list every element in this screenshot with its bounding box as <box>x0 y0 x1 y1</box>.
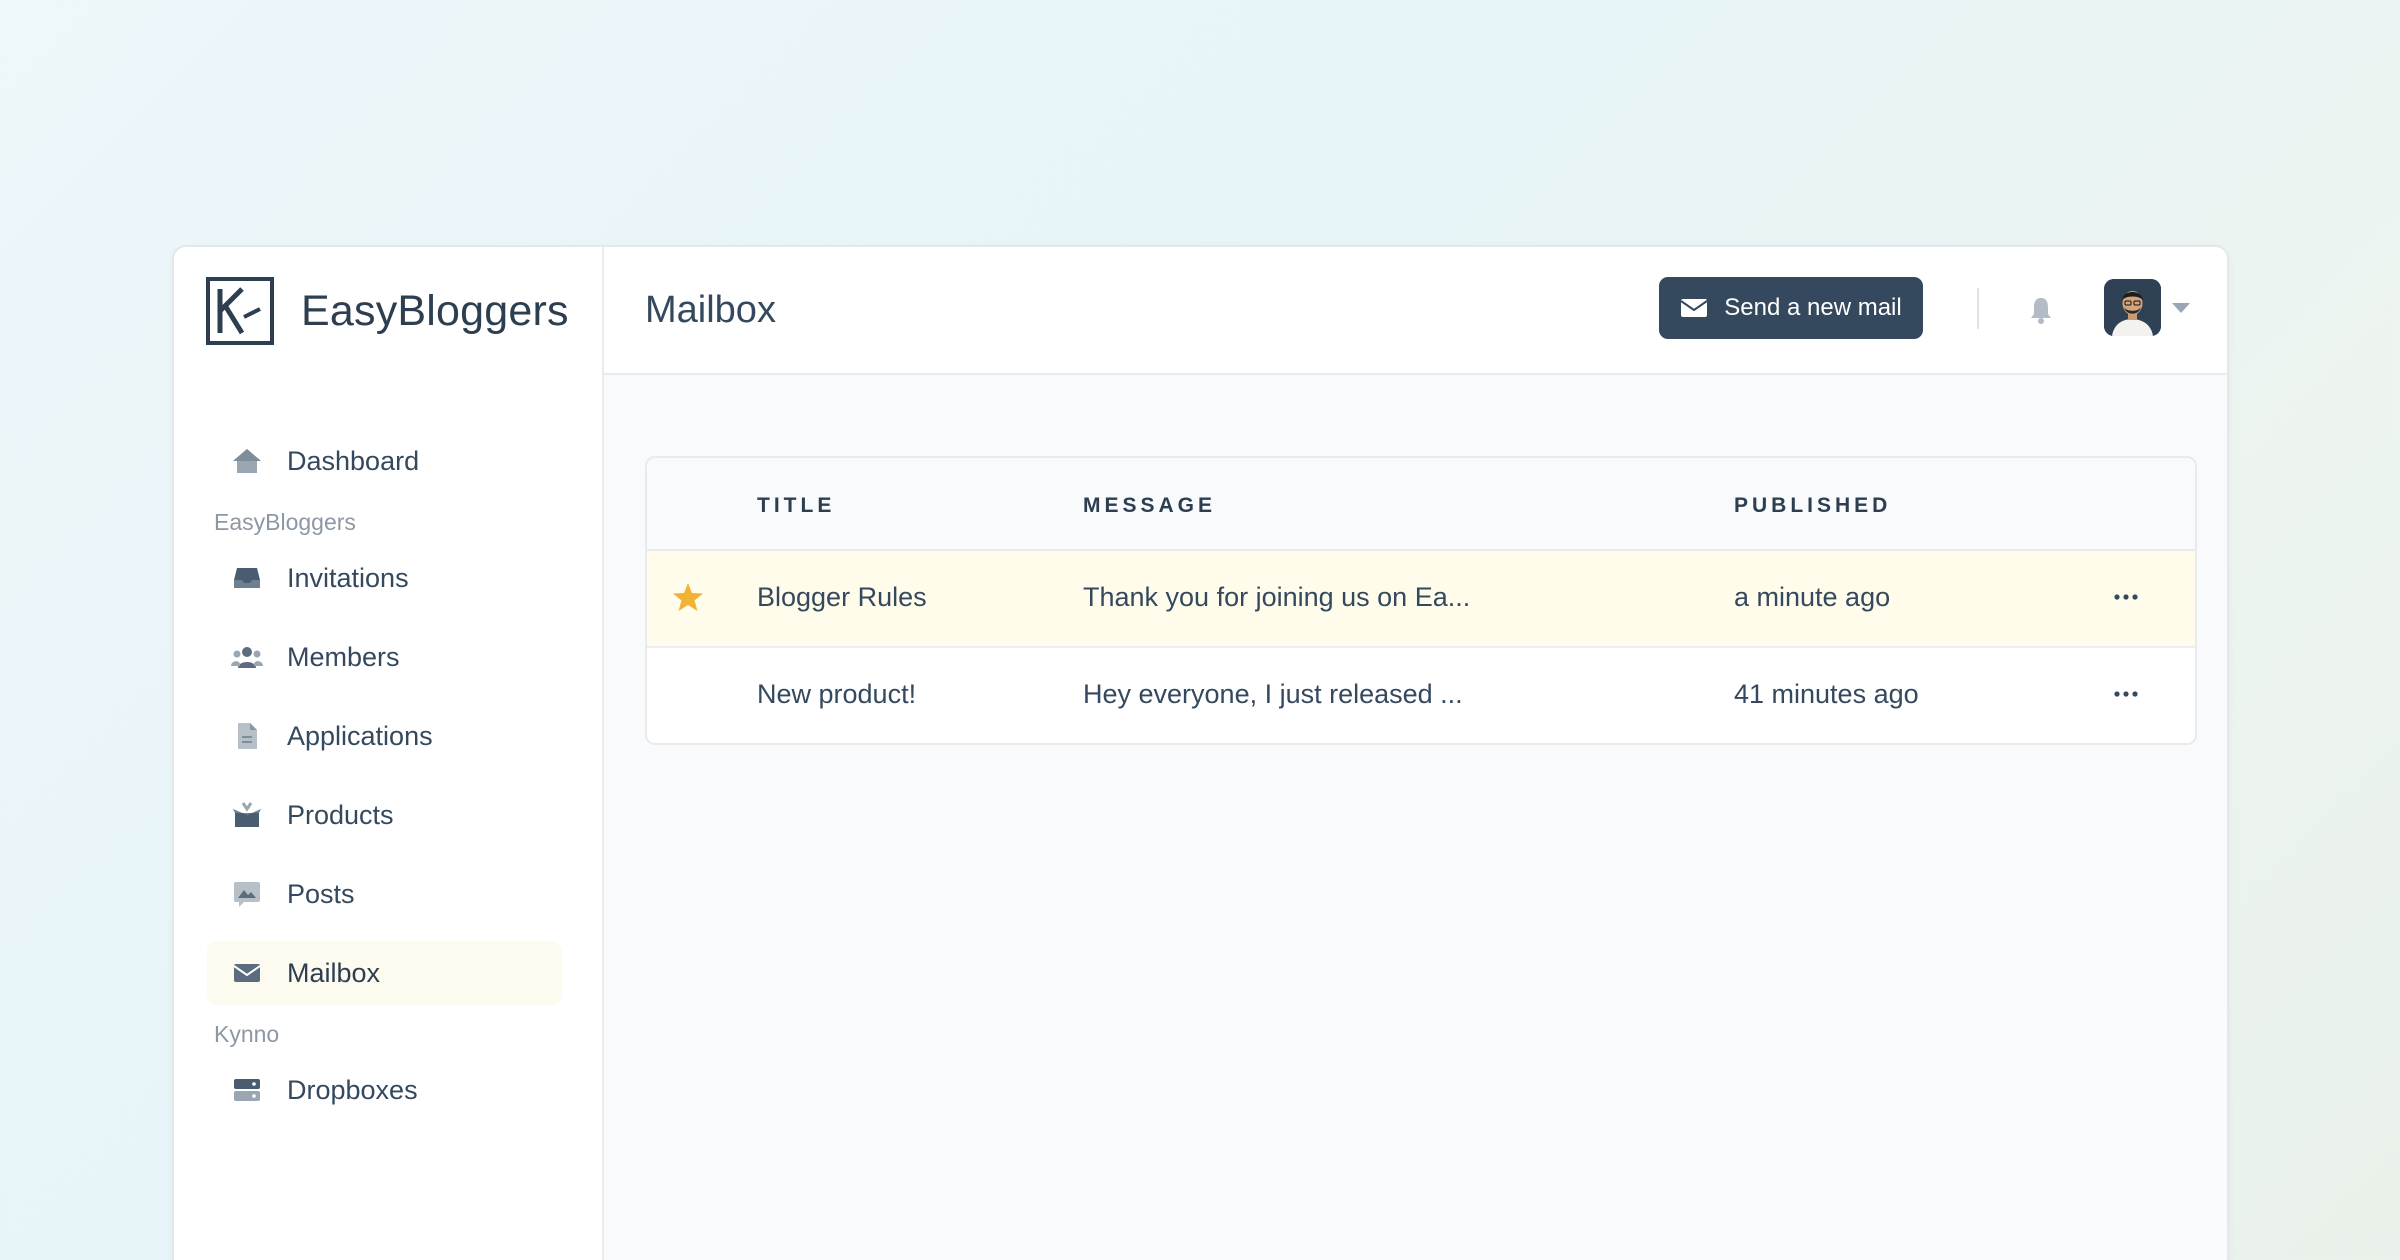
sidebar-item-label: Invitations <box>287 562 409 593</box>
send-button-label: Send a new mail <box>1724 294 1902 321</box>
sidebar-item-label: Dropboxes <box>287 1074 418 1105</box>
sidebar-item-mailbox[interactable]: Mailbox <box>207 941 562 1005</box>
document-icon <box>231 720 263 752</box>
app-window: EasyBloggers Dashboard EasyBloggers Invi… <box>172 245 2229 1260</box>
sidebar-item-label: Dashboard <box>287 445 420 476</box>
column-header-title[interactable]: TITLE <box>757 494 835 518</box>
brand-name: EasyBloggers <box>301 286 569 335</box>
row-title: New product! <box>757 679 917 709</box>
chevron-down-icon[interactable] <box>2172 303 2190 313</box>
brand[interactable]: EasyBloggers <box>174 247 602 375</box>
sidebar-item-label: Posts <box>287 878 355 909</box>
column-header-message[interactable]: MESSAGE <box>1083 494 1216 518</box>
box-icon <box>231 799 263 831</box>
sidebar-item-dropboxes[interactable]: Dropboxes <box>207 1058 562 1122</box>
topbar-divider <box>1977 288 1979 329</box>
table-header: TITLE MESSAGE PUBLISHED <box>647 458 2195 551</box>
bell-icon[interactable] <box>2026 295 2056 325</box>
sidebar: EasyBloggers Dashboard EasyBloggers Invi… <box>174 247 604 1260</box>
row-message: Thank you for joining us on Ea... <box>1083 582 1471 612</box>
topbar: Mailbox Send a new mail <box>604 247 2227 375</box>
sidebar-item-label: Mailbox <box>287 957 381 988</box>
image-chat-icon <box>231 878 263 910</box>
sidebar-item-dashboard[interactable]: Dashboard <box>207 429 562 493</box>
envelope-icon <box>231 957 263 989</box>
content: TITLE MESSAGE PUBLISHED Blogger Rules Th… <box>604 375 2227 1260</box>
send-new-mail-button[interactable]: Send a new mail <box>1659 277 1923 339</box>
brand-logo-icon <box>206 277 274 345</box>
row-published: a minute ago <box>1734 582 1891 612</box>
sidebar-item-invitations[interactable]: Invitations <box>207 546 562 610</box>
table-row[interactable]: New product! Hey everyone, I just releas… <box>647 648 2195 743</box>
row-message: Hey everyone, I just released ... <box>1083 679 1463 709</box>
nav-section-title: Kynno <box>214 1021 280 1047</box>
users-icon <box>231 641 263 673</box>
home-icon <box>231 445 263 477</box>
sidebar-item-label: Applications <box>287 720 433 751</box>
avatar[interactable] <box>2104 279 2161 336</box>
inbox-icon <box>231 562 263 594</box>
row-title: Blogger Rules <box>757 582 927 612</box>
mail-table: TITLE MESSAGE PUBLISHED Blogger Rules Th… <box>645 456 2197 745</box>
server-icon <box>231 1074 263 1106</box>
star-icon[interactable] <box>672 581 704 613</box>
column-header-published[interactable]: PUBLISHED <box>1734 494 1891 518</box>
sidebar-nav: Dashboard EasyBloggers Invitations Membe… <box>174 375 602 1122</box>
sidebar-item-label: Products <box>287 799 394 830</box>
sidebar-item-applications[interactable]: Applications <box>207 704 562 768</box>
sidebar-item-posts[interactable]: Posts <box>207 862 562 926</box>
more-options-icon[interactable] <box>2111 582 2141 612</box>
row-published: 41 minutes ago <box>1734 679 1919 709</box>
page-title: Mailbox <box>645 288 776 331</box>
sidebar-item-products[interactable]: Products <box>207 783 562 847</box>
envelope-icon <box>1680 297 1708 319</box>
more-options-icon[interactable] <box>2111 679 2141 709</box>
nav-section-title: EasyBloggers <box>214 509 356 535</box>
main-area: Mailbox Send a new mail TITLE MESSAGE PU… <box>604 247 2227 1260</box>
sidebar-item-label: Members <box>287 641 400 672</box>
table-row[interactable]: Blogger Rules Thank you for joining us o… <box>647 551 2195 648</box>
sidebar-item-members[interactable]: Members <box>207 625 562 689</box>
